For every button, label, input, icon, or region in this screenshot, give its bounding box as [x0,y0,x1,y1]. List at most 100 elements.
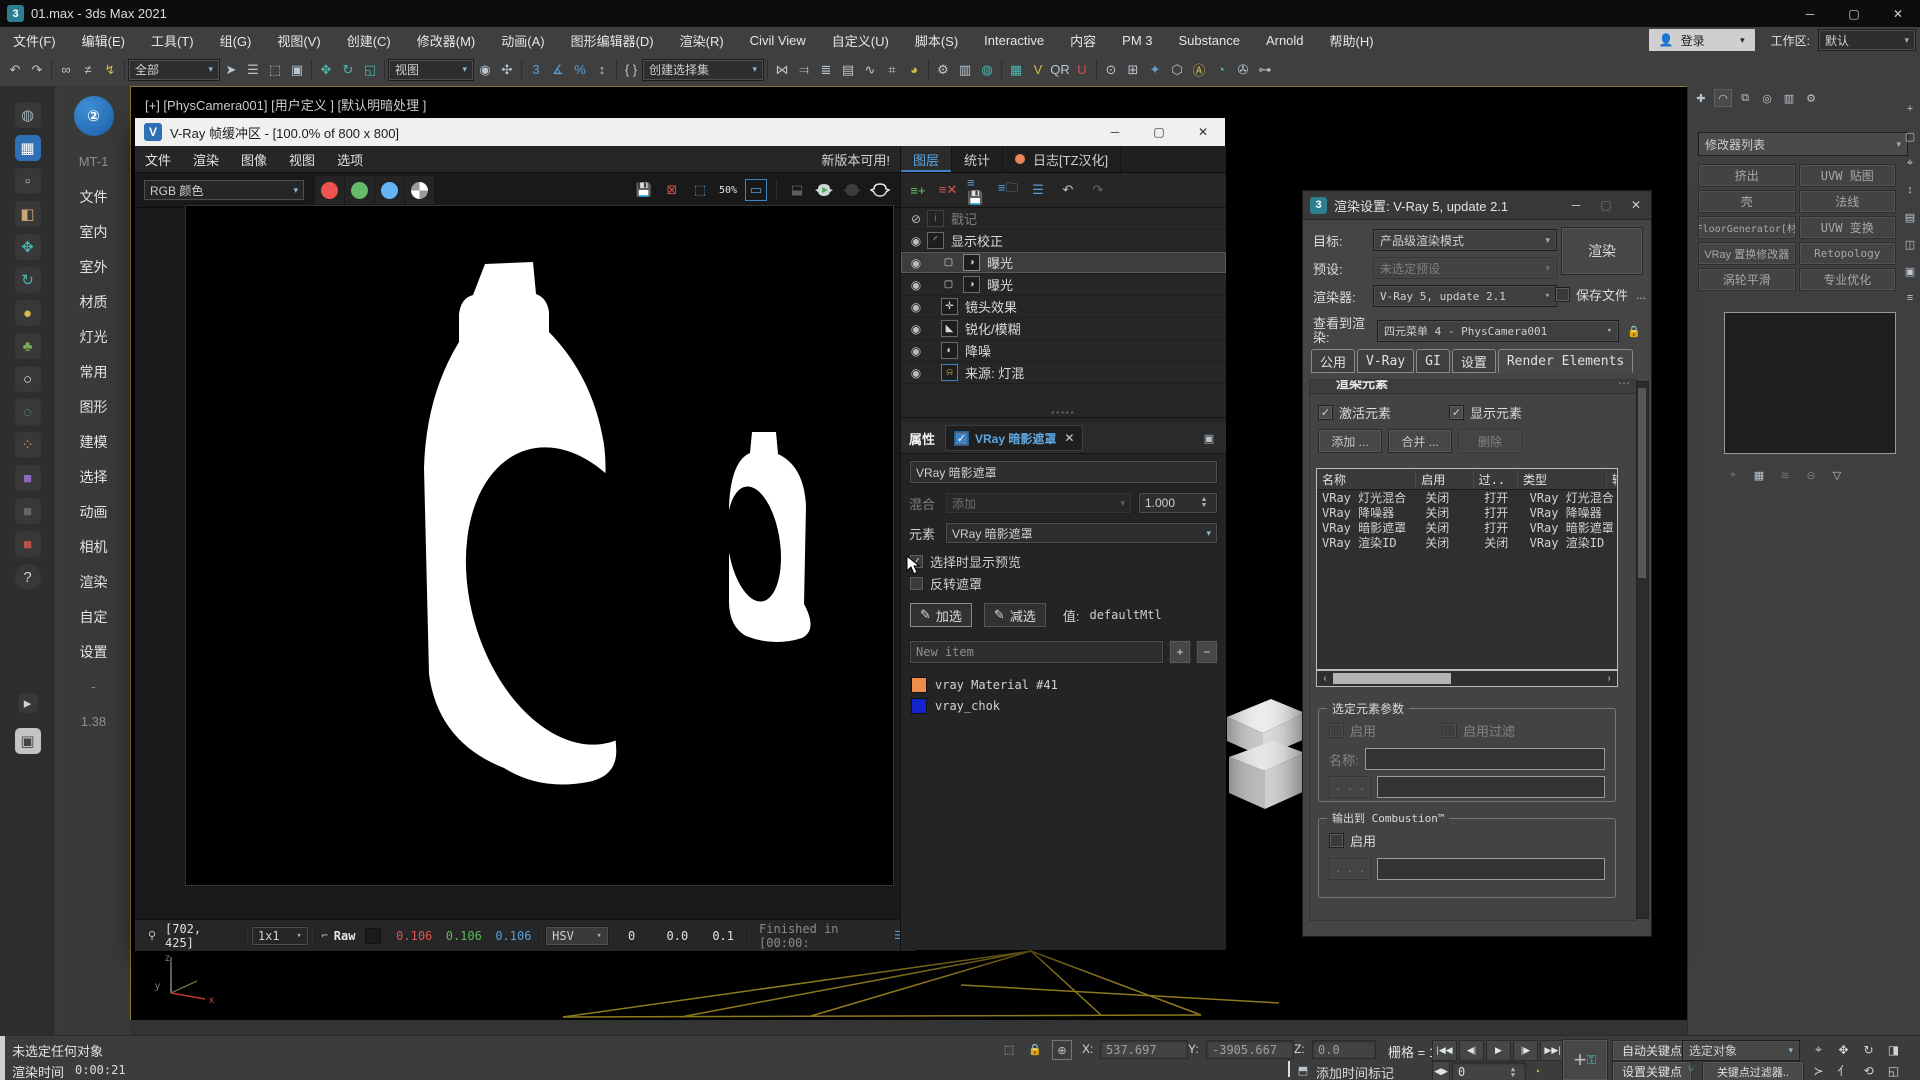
zoom-icon[interactable]: ⌖ [1806,1040,1831,1059]
render-production-icon[interactable]: ◍ [976,59,998,81]
purple-box-icon[interactable]: ■ [15,465,41,491]
move-icon[interactable]: ✥ [315,59,337,81]
eye-icon[interactable]: ◉ [905,278,927,292]
dual-view-icon[interactable]: ▣ [1200,429,1218,447]
menu-interactive[interactable]: Interactive [971,33,1057,48]
modifier-shell-button[interactable]: 壳 [1698,190,1796,213]
display-monitor-icon[interactable]: ▭ [745,179,767,201]
sidebar-item-file[interactable]: 文件 [57,179,130,214]
walk-through-icon[interactable]: 亻 [1831,1061,1856,1080]
element-dropdown[interactable]: VRay 暗影遮罩 [945,522,1218,544]
named-selection-sets-dropdown[interactable]: 创建选择集 [642,59,764,81]
help-icon[interactable]: ? [15,564,41,590]
sidebar-item-interior[interactable]: 室内 [57,214,130,249]
menu-lines-icon[interactable]: ≡ [1901,289,1919,307]
spinner-snap-icon[interactable]: ↕ [591,59,613,81]
zoom-badge[interactable]: 50% [717,179,739,201]
menu-rendering[interactable]: 渲染(R) [667,31,737,50]
sidebar-item-animation[interactable]: 动画 [57,494,130,529]
vray-utils-icon[interactable]: U [1071,59,1093,81]
create-tab-icon[interactable]: ✚ [1692,89,1710,107]
output-path-input[interactable] [1377,776,1605,798]
prev-frame-button[interactable]: ◀| [1459,1040,1484,1061]
modifier-list-dropdown[interactable]: 修改器列表 [1698,132,1908,156]
layer-row-display-correction[interactable]: ◉ ◜ 显示校正 [901,230,1226,252]
population-icon[interactable]: ⊶ [1254,59,1276,81]
auto-key-button[interactable]: 自动关键点 [1612,1040,1692,1061]
menu-tools[interactable]: 工具(T) [138,31,207,50]
layer-row-exposure[interactable]: ◉ ▢ ◑ 曝光 [901,274,1226,296]
menu-content[interactable]: 内容 [1057,31,1109,50]
col-type[interactable]: 类型 [1517,471,1606,488]
sidebar-item-shape[interactable]: 图形 [57,389,130,424]
menu-edit[interactable]: 编辑(E) [69,31,138,50]
region-cube-icon[interactable]: ⬓ [786,179,808,201]
unlink-icon[interactable]: ≠ [77,59,99,81]
load-layers-icon[interactable]: ≡🗀 [997,179,1019,201]
arrows-icon[interactable]: ↕ [1901,181,1919,199]
current-frame-field[interactable]: 0▲▼ [1452,1062,1526,1080]
elements-table[interactable]: 名称 启用 过.. 类型 输 VRay 灯光混合 关闭 打开 VRay 灯光混合… [1316,468,1618,670]
table-row[interactable]: VRay 暗影遮罩 关闭 打开 VRay 暗影遮罩 [1317,520,1617,535]
layer-list-icon[interactable]: ☰ [1027,179,1049,201]
material-editor-icon[interactable]: ◕ [903,59,925,81]
vfb-close-button[interactable]: ✕ [1181,119,1225,146]
col-enable[interactable]: 启用 [1415,471,1472,488]
maximize-viewport-icon[interactable]: ◱ [1881,1061,1906,1080]
rendered-image[interactable] [186,206,893,885]
select-by-name-icon[interactable]: ☰ [242,59,264,81]
orbit-icon[interactable]: ↻ [1856,1040,1881,1059]
x-coordinate-field[interactable]: 537.697 [1100,1040,1188,1059]
isolate-icon[interactable]: ⊙ [1100,59,1122,81]
viewport-label[interactable]: [+] [PhysCamera001] [用户定义 ] [默认明暗处理 ] [145,95,426,114]
configure-sets-icon[interactable]: ▽ [1828,466,1846,484]
menu-help[interactable]: 帮助(H) [1317,31,1387,50]
ribbon-toggle-icon[interactable]: ▤ [837,59,859,81]
modifier-retopology-button[interactable]: Retopology [1799,242,1897,265]
key-filters-feet-icon[interactable]: ⑂ [1682,1061,1700,1079]
selection-lock-region-icon[interactable]: ⬚ [1000,1040,1018,1058]
sidebar-item-settings[interactable]: 设置 [57,634,130,669]
mirror-icon[interactable]: ⋈ [771,59,793,81]
civil-tools-icon[interactable]: ✦ [1144,59,1166,81]
pan-hand-icon[interactable]: ✥ [1831,1040,1856,1059]
green-channel-button[interactable] [345,176,374,204]
add-select-button[interactable]: ✎加选 [909,602,973,628]
invert-mask-checkbox[interactable] [909,576,924,591]
layers-redo-icon[interactable]: ↷ [1087,179,1109,201]
modifier-normal-button[interactable]: 法线 [1799,190,1897,213]
menu-graph-editors[interactable]: 图形编辑器(D) [558,31,667,50]
window-minimize-button[interactable]: ─ [1788,0,1832,27]
scrollbar-thumb[interactable] [1333,673,1451,684]
vfb-menu-file[interactable]: 文件 [145,150,171,169]
menu-civil-view[interactable]: Civil View [737,33,819,48]
eye-icon[interactable]: ◉ [905,234,927,248]
menu-scripting[interactable]: 脚本(S) [902,31,971,50]
browse-button[interactable]: . . . [1329,776,1371,798]
sphere-tool-icon[interactable]: ◍ [15,102,41,128]
save-file-checkbox[interactable] [1555,287,1570,302]
use-pivot-icon[interactable]: ◉ [474,59,496,81]
set-key-button[interactable]: 设置关键点 [1612,1061,1692,1080]
state-sets-icon[interactable]: Ⓐ [1188,59,1210,81]
menu-substance[interactable]: Substance [1166,33,1253,48]
edit-named-sets-icon[interactable]: { } [620,59,642,81]
window-crossing-icon[interactable]: ▣ [286,59,308,81]
vfb-menu-render[interactable]: 渲染 [193,150,219,169]
element-name-input[interactable] [1365,748,1605,770]
selection-set-dropdown[interactable]: 选定对象 [1682,1040,1800,1061]
hierarchy-tab-icon[interactable]: ⧉ [1736,89,1754,107]
layer-row-sharpen-blur[interactable]: ◉ ◣ 锐化/模糊 [901,318,1226,340]
red-box-icon[interactable]: ■ [15,531,41,557]
list-icon[interactable]: ▤ [1901,208,1919,226]
make-unique-icon[interactable]: ≋ [1776,466,1794,484]
curve-editor-icon[interactable]: ∿ [859,59,881,81]
scroll-left-icon[interactable]: ‹ [1317,673,1333,684]
material-list-item[interactable]: vray Material #41 [909,674,1218,695]
menu-file[interactable]: 文件(F) [0,31,69,50]
absolute-mode-icon[interactable]: ⊕ [1052,1040,1072,1060]
y-coordinate-field[interactable]: -3905.667 [1206,1040,1294,1059]
menu-group[interactable]: 组(G) [207,31,265,50]
target-dropdown[interactable]: 产品级渲染模式 [1373,229,1557,251]
dialog-close-button[interactable]: ✕ [1621,192,1651,219]
